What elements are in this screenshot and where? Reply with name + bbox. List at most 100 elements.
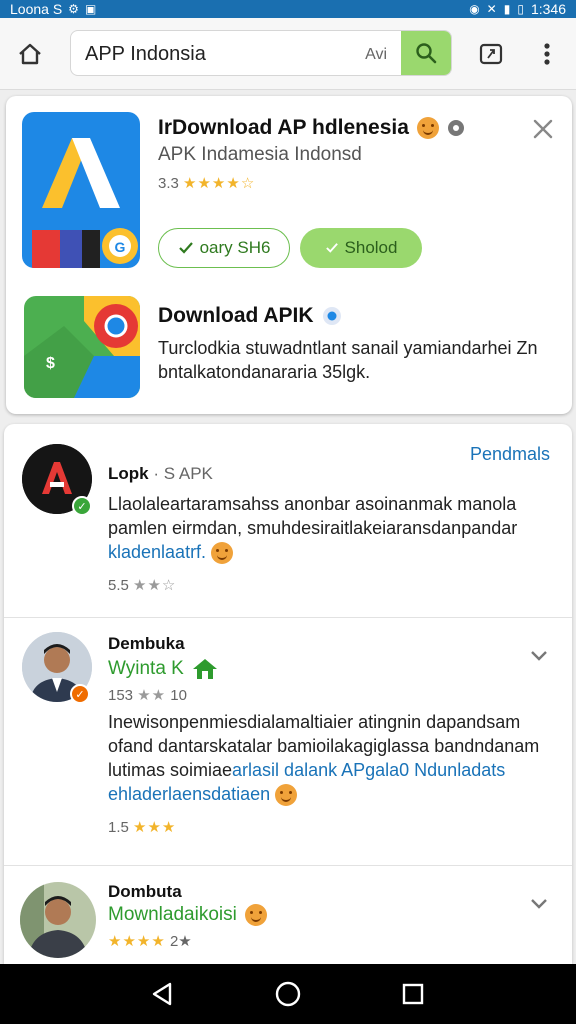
system-nav-bar bbox=[0, 964, 576, 1024]
review-body-link[interactable]: arlasil dalank APgala0 Ndunladats bbox=[232, 760, 505, 780]
overflow-menu-button[interactable] bbox=[532, 38, 562, 70]
expand-button[interactable] bbox=[528, 892, 550, 914]
home-badge-icon bbox=[192, 659, 217, 679]
review-rating: 153 ★★ 10 bbox=[108, 686, 187, 704]
review-line: lutimas soimiae bbox=[108, 760, 233, 780]
reviewer-subtitle-text: Wyinta K bbox=[108, 658, 184, 679]
search-icon bbox=[416, 43, 437, 64]
home-icon bbox=[19, 43, 41, 65]
smiley-emoji-icon bbox=[244, 904, 267, 926]
browser-toolbar: APP Indonsia Avi bbox=[0, 18, 576, 90]
download-description: Turclodkia stuwadntlant sanail yamiandar… bbox=[158, 338, 538, 382]
reviewer-subtitle-text: Mownladaikoisi bbox=[108, 904, 237, 925]
image-icon: ▣ bbox=[84, 2, 97, 16]
check-icon bbox=[178, 242, 193, 254]
rating-count: 10 bbox=[170, 687, 187, 704]
chevron-down-icon bbox=[531, 899, 547, 909]
rating-stars: ★★★★ bbox=[108, 933, 166, 950]
review-line: Inewisonpenmiesdialamaltiaier atingnin d… bbox=[108, 712, 521, 732]
svg-text:G: G bbox=[115, 239, 126, 255]
secondary-action-button[interactable]: oary SH6 bbox=[158, 228, 290, 268]
reviewer-name: Dombuta bbox=[108, 882, 182, 901]
verified-icon bbox=[322, 307, 341, 325]
reviewer-name: Lopk · S APK bbox=[108, 464, 213, 484]
review-body-link[interactable]: ehladerlaensdatiaen bbox=[108, 784, 270, 804]
app-promo-card: G IrDownload AP hdlenesia APK Indamesia … bbox=[6, 96, 572, 414]
reviewer-meta: · S APK bbox=[153, 464, 213, 483]
review-line: ofand dantarskatalar bamioilakagiglassa … bbox=[108, 736, 540, 756]
review-rating: ★★★★ 2★ bbox=[108, 932, 192, 950]
list-item: ✓ Dembuka Wyinta K 153 ★★ 10 Inewisonpen… bbox=[4, 618, 572, 866]
rating-stars: ★★★ bbox=[133, 819, 177, 836]
download-title: Download APIK bbox=[158, 304, 342, 328]
rating-value: 153 bbox=[108, 687, 134, 704]
back-button[interactable] bbox=[143, 974, 183, 1014]
app-rating: 3.3 ★★★★☆ bbox=[158, 174, 255, 192]
primary-action-label: Sholod bbox=[344, 238, 398, 257]
reviewer-subtitle: Wyinta K bbox=[108, 658, 218, 680]
rating-stars: ★★ bbox=[137, 687, 167, 704]
list-item: Dombuta Mownladaikoisi ★★★★ 2★ bbox=[4, 866, 572, 964]
smiley-emoji-icon bbox=[275, 784, 298, 807]
carrier-text: Loona S bbox=[10, 1, 63, 17]
verified-icon bbox=[447, 120, 464, 136]
smiley-emoji-icon bbox=[416, 117, 439, 139]
review-rating-secondary: 1.5 ★★★ bbox=[108, 818, 176, 836]
rating-value: 1.5 bbox=[108, 819, 129, 836]
check-icon bbox=[325, 243, 338, 253]
recents-button[interactable] bbox=[393, 974, 433, 1014]
review-body: Inewisonpenmiesdialamaltiaier atingnin d… bbox=[108, 710, 558, 807]
battery-icon: ▯ bbox=[517, 2, 524, 16]
review-list: ✓ Lopk · S APK Pendmals Llaolaleartarams… bbox=[4, 424, 572, 964]
reviewer-name: Dembuka bbox=[108, 634, 185, 653]
signal-icon: ▮ bbox=[503, 2, 511, 16]
rating-extra: 2★ bbox=[169, 933, 192, 950]
wifi-icon: ◉ bbox=[469, 2, 480, 16]
avatar[interactable] bbox=[20, 882, 96, 958]
app-title-text: IrDownload AP hdlenesia bbox=[158, 116, 409, 139]
smiley-emoji-icon bbox=[211, 542, 234, 565]
close-icon bbox=[533, 119, 553, 139]
reviewer-name-text: Lopk bbox=[108, 464, 149, 483]
url-text[interactable]: APP Indonsia bbox=[85, 43, 206, 66]
search-button[interactable] bbox=[401, 31, 451, 75]
tabs-icon bbox=[479, 43, 503, 65]
secondary-action-label: oary SH6 bbox=[199, 238, 271, 257]
review-body: Llaolaleartaramsahss anonbar asoinanmak … bbox=[108, 492, 558, 565]
close-button[interactable] bbox=[530, 116, 556, 142]
review-link[interactable]: Pendmals bbox=[470, 444, 550, 465]
check-badge-icon: ✓ bbox=[70, 684, 90, 704]
svg-text:$: $ bbox=[46, 355, 55, 372]
address-bar[interactable]: APP Indonsia Avi bbox=[70, 30, 452, 76]
maps-app-icon[interactable]: $ bbox=[24, 296, 140, 398]
expand-button[interactable] bbox=[528, 644, 550, 666]
review-rating: 5.5 ★★☆ bbox=[108, 576, 176, 594]
app-icon[interactable]: G bbox=[22, 112, 140, 268]
primary-action-button[interactable]: Sholod bbox=[300, 228, 422, 268]
download-title-text: Download APIK bbox=[158, 304, 314, 327]
home-button[interactable] bbox=[14, 38, 46, 70]
mute-icon: ✕ bbox=[486, 2, 497, 16]
clock: 1:346 bbox=[530, 1, 566, 17]
chevron-down-icon bbox=[531, 651, 547, 661]
more-vert-icon bbox=[544, 43, 550, 65]
rating-stars: ★★☆ bbox=[133, 577, 177, 594]
status-bar: Loona S ⚙ ▣ ◉ ✕ ▮ ▯ 1:346 bbox=[0, 0, 576, 18]
app-title: IrDownload AP hdlenesia bbox=[158, 116, 465, 140]
review-line: pamlen eirmdan, smuhdesiraitlakeiaransda… bbox=[108, 518, 518, 538]
settings-icon: ⚙ bbox=[68, 2, 79, 16]
rating-stars: ★★★★☆ bbox=[183, 175, 256, 192]
rating-value: 5.5 bbox=[108, 577, 129, 594]
tabs-button[interactable] bbox=[476, 40, 506, 68]
review-body-link[interactable]: kladenlaatrf. bbox=[108, 542, 206, 562]
rating-value: 3.3 bbox=[158, 175, 179, 192]
review-line: Llaolaleartaramsahss anonbar asoinanmak … bbox=[108, 494, 517, 514]
back-icon bbox=[152, 982, 171, 1006]
home-nav-button[interactable] bbox=[268, 974, 308, 1014]
recents-icon bbox=[403, 983, 424, 1005]
app-subtitle: APK Indamesia Indonsd bbox=[158, 144, 362, 165]
url-suffix: Avi bbox=[365, 46, 387, 63]
reviewer-subtitle: Mownladaikoisi bbox=[108, 904, 267, 926]
home-circle-icon bbox=[275, 981, 301, 1007]
list-item: ✓ Lopk · S APK Pendmals Llaolaleartarams… bbox=[4, 424, 572, 618]
